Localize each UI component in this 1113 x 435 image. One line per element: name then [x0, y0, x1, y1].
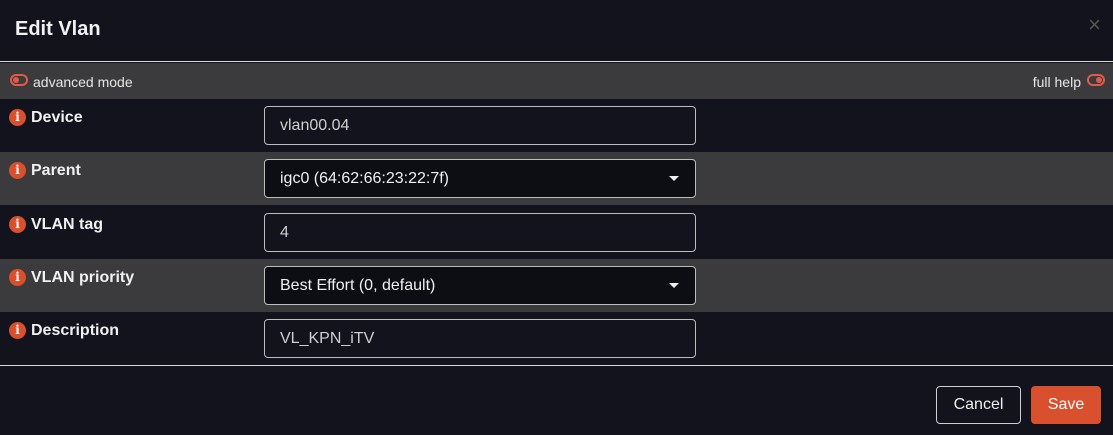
- info-icon[interactable]: i: [9, 322, 26, 339]
- chevron-down-icon: [669, 283, 679, 288]
- vlan-priority-select-value: Best Effort (0, default): [280, 277, 436, 294]
- vlan-priority-label: VLAN priority: [31, 269, 135, 286]
- cancel-button[interactable]: Cancel: [936, 386, 1021, 424]
- description-label: Description: [31, 322, 120, 339]
- parent-select[interactable]: igc0 (64:62:66:23:22:7f): [264, 159, 696, 198]
- dialog-title: Edit Vlan: [15, 18, 101, 40]
- field-row-parent: i Parent igc0 (64:62:66:23:22:7f): [0, 152, 1113, 205]
- device-input[interactable]: vlan00.04: [264, 106, 696, 145]
- description-input[interactable]: VL_KPN_iTV: [264, 319, 696, 358]
- info-icon[interactable]: i: [9, 162, 26, 179]
- full-help-label[interactable]: full help: [1033, 74, 1081, 90]
- info-icon[interactable]: i: [9, 109, 26, 126]
- parent-label: Parent: [31, 162, 81, 179]
- save-button[interactable]: Save: [1031, 386, 1101, 424]
- vlan-tag-input[interactable]: 4: [264, 213, 696, 252]
- info-icon[interactable]: i: [9, 216, 26, 233]
- close-icon[interactable]: ×: [1088, 14, 1101, 36]
- parent-select-value: igc0 (64:62:66:23:22:7f): [280, 170, 450, 187]
- dialog-header: Edit Vlan ×: [0, 0, 1113, 62]
- advanced-mode-toggle[interactable]: [10, 74, 28, 86]
- advanced-mode-label[interactable]: advanced mode: [33, 74, 133, 90]
- vlan-tag-label: VLAN tag: [31, 216, 103, 233]
- field-row-vlan-priority: i VLAN priority Best Effort (0, default): [0, 259, 1113, 312]
- info-icon[interactable]: i: [9, 269, 26, 286]
- full-help-toggle[interactable]: [1087, 74, 1105, 86]
- field-row-vlan-tag: i VLAN tag 4: [0, 206, 1113, 259]
- chevron-down-icon: [669, 176, 679, 181]
- footer-divider: [0, 365, 1113, 366]
- mode-bar: advanced mode full help: [0, 63, 1113, 99]
- device-label: Device: [31, 109, 83, 126]
- field-row-device: i Device vlan00.04: [0, 99, 1113, 152]
- field-row-description: i Description VL_KPN_iTV: [0, 312, 1113, 365]
- vlan-priority-select[interactable]: Best Effort (0, default): [264, 266, 696, 305]
